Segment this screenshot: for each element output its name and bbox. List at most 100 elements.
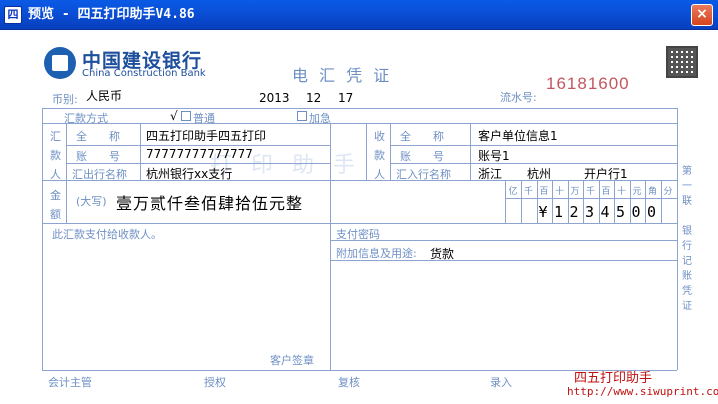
entry-label: 录入 bbox=[490, 376, 512, 389]
table-row-line bbox=[390, 145, 677, 146]
authorize-label: 授权 bbox=[204, 376, 226, 389]
amount-digit: 5 bbox=[615, 203, 626, 221]
remitter-bank-value: 杭州银行xx支行 bbox=[146, 167, 233, 181]
amount-grid-line bbox=[552, 180, 553, 223]
urgent-checkbox[interactable] bbox=[297, 111, 307, 121]
extra-info-value: 货款 bbox=[430, 247, 455, 261]
voucher-preview: 打 印 助 手 中国建设银行 China Construction Bank 电… bbox=[0, 30, 718, 404]
serial-number: 16181600 bbox=[546, 74, 630, 93]
remitter-account-label: 账 号 bbox=[76, 150, 120, 163]
payee-city: 杭州 bbox=[527, 167, 552, 181]
table-row-line bbox=[66, 145, 330, 146]
payee-side-label: 收 bbox=[374, 130, 385, 143]
side-note-char: 行 bbox=[682, 241, 692, 252]
amount-grid-line bbox=[583, 180, 584, 223]
payee-side-label: 人 bbox=[374, 168, 385, 181]
bank-logo-icon bbox=[44, 47, 76, 79]
amount-grid-line bbox=[521, 180, 522, 223]
payee-side-label: 款 bbox=[374, 149, 385, 162]
table-col-line bbox=[390, 123, 391, 180]
table-row-line bbox=[42, 180, 677, 181]
amount-unit-label: 百 bbox=[539, 187, 549, 197]
table-border-left bbox=[42, 108, 43, 370]
amount-digit: 3 bbox=[584, 203, 595, 221]
remitter-name-label: 全 称 bbox=[76, 130, 120, 143]
payee-name-label: 全 称 bbox=[400, 130, 444, 143]
qr-code-icon bbox=[666, 46, 698, 78]
currency-label: 币别: bbox=[52, 93, 78, 106]
normal-method-label: 普通 bbox=[193, 112, 215, 125]
payee-name-value: 客户单位信息1 bbox=[478, 129, 558, 143]
remitter-name-value: 四五打印助手四五打印 bbox=[146, 129, 267, 143]
side-note-char: 账 bbox=[682, 271, 692, 282]
footer-brand: 四五打印助手 bbox=[574, 371, 653, 386]
side-note-char: 凭 bbox=[682, 286, 692, 297]
remitter-side-label: 汇 bbox=[50, 130, 61, 143]
payee-province: 浙江 bbox=[478, 167, 503, 181]
amount-digit: ¥ bbox=[538, 203, 548, 221]
urgent-method-label: 加急 bbox=[309, 112, 331, 125]
amount-grid-line bbox=[614, 180, 615, 223]
table-col-line bbox=[366, 123, 367, 180]
amount-grid-line bbox=[536, 180, 538, 223]
remitter-side-label: 人 bbox=[50, 168, 61, 181]
side-note-char: 联 bbox=[682, 196, 692, 207]
amount-unit-line bbox=[505, 198, 677, 199]
amount-digit: 0 bbox=[646, 203, 657, 221]
supervisor-label: 会计主管 bbox=[48, 376, 92, 389]
table-col-line bbox=[330, 123, 331, 370]
normal-check-mark: √ bbox=[170, 109, 178, 123]
amount-caps-label: (大写) bbox=[76, 195, 107, 208]
side-note-char: 记 bbox=[682, 256, 692, 267]
amount-digit: 4 bbox=[600, 203, 610, 221]
review-label: 复核 bbox=[338, 376, 360, 389]
amount-unit-label: 万 bbox=[570, 187, 580, 197]
payment-note: 此汇款支付给收款人。 bbox=[52, 228, 162, 241]
amount-unit-label: 十 bbox=[616, 187, 626, 197]
table-row-line bbox=[330, 240, 677, 241]
normal-checkbox[interactable] bbox=[181, 111, 191, 121]
date-year: 2013 bbox=[259, 91, 290, 105]
remit-method-label: 汇款方式 bbox=[64, 112, 108, 125]
payee-account-value: 账号1 bbox=[478, 149, 510, 163]
amount-grid-line bbox=[598, 180, 600, 223]
close-button[interactable]: × bbox=[691, 4, 713, 26]
amount-unit-label: 十 bbox=[554, 187, 564, 197]
amount-grid-line bbox=[629, 180, 631, 223]
amount-unit-label: 分 bbox=[663, 187, 673, 197]
payee-bank-value: 开户行1 bbox=[584, 167, 628, 181]
remitter-side-label: 款 bbox=[50, 149, 61, 162]
table-col-line bbox=[140, 123, 141, 180]
bank-name-en: China Construction Bank bbox=[82, 68, 206, 79]
amount-unit-label: 千 bbox=[523, 187, 533, 197]
date-month: 12 bbox=[306, 91, 322, 105]
side-note-char: 证 bbox=[682, 301, 692, 312]
document-title: 电 汇 凭 证 bbox=[292, 66, 393, 85]
amount-grid-line bbox=[660, 180, 662, 223]
table-border-right bbox=[677, 108, 678, 370]
payee-account-label: 账 号 bbox=[400, 150, 444, 163]
amount-unit-label: 千 bbox=[585, 187, 595, 197]
serial-label: 流水号: bbox=[500, 91, 537, 104]
date-day: 17 bbox=[338, 91, 354, 105]
remitter-bank-label: 汇出行名称 bbox=[72, 168, 127, 181]
customer-sign-label: 客户签章 bbox=[270, 354, 314, 367]
table-row-line bbox=[42, 223, 677, 224]
footer-url[interactable]: http://www.siwuprint.com bbox=[567, 385, 718, 398]
extra-info-label: 附加信息及用途: bbox=[336, 247, 417, 260]
amount-digit: 0 bbox=[631, 203, 641, 221]
amount-digit: 1 bbox=[553, 203, 564, 221]
amount-label: 金 bbox=[50, 189, 61, 202]
amount-label: 额 bbox=[50, 208, 61, 221]
amount-grid-line bbox=[645, 180, 646, 223]
side-note-char: 银 bbox=[682, 226, 692, 237]
table-col-line bbox=[66, 123, 67, 223]
amount-unit-label: 亿 bbox=[508, 187, 518, 197]
remitter-account-value: 77777777777777 bbox=[146, 147, 253, 161]
app-icon: 四 bbox=[4, 6, 22, 24]
table-col-line bbox=[470, 123, 471, 180]
amount-digit: 2 bbox=[569, 203, 579, 221]
side-note-char: 一 bbox=[682, 181, 692, 192]
amount-unit-label: 百 bbox=[601, 187, 611, 197]
pay-password-label: 支付密码 bbox=[336, 228, 380, 241]
